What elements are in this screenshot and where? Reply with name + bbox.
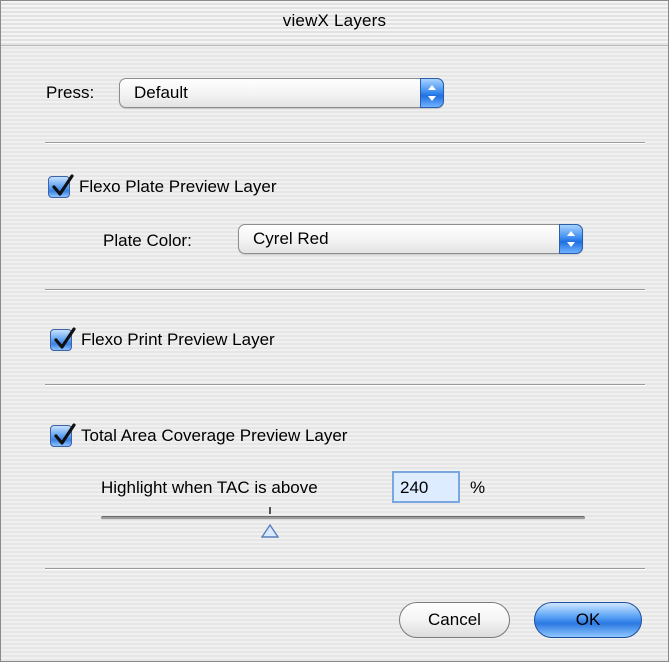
- divider: [45, 568, 645, 570]
- tac-highlight-label: Highlight when TAC is above: [101, 478, 318, 497]
- press-popup-value: Default: [134, 83, 188, 102]
- checkmark-icon: [54, 327, 76, 349]
- window-title: viewX Layers: [282, 11, 387, 30]
- flexo-plate-label[interactable]: Flexo Plate Preview Layer: [79, 177, 276, 197]
- press-label: Press:: [46, 83, 95, 102]
- plate-color-label: Plate Color:: [103, 231, 192, 250]
- popup-arrows-icon: [559, 224, 583, 254]
- divider: [45, 289, 645, 291]
- flexo-print-checkbox[interactable]: [50, 327, 76, 351]
- divider: [45, 384, 645, 386]
- plate-color-popup[interactable]: Cyrel Red: [238, 224, 583, 254]
- viewx-layers-dialog: viewX Layers Press: Default Flexo Plate …: [0, 0, 669, 662]
- popup-arrows-icon: [420, 78, 444, 108]
- tac-unit-label: %: [470, 478, 486, 497]
- plate-color-popup-value: Cyrel Red: [253, 229, 329, 248]
- tac-label[interactable]: Total Area Coverage Preview Layer: [81, 426, 347, 446]
- flexo-print-label[interactable]: Flexo Print Preview Layer: [81, 330, 275, 350]
- tac-slider-track[interactable]: [101, 516, 585, 520]
- title-bar[interactable]: viewX Layers: [1, 1, 668, 46]
- divider: [45, 142, 645, 144]
- checkmark-icon: [54, 423, 76, 445]
- slider-tick: [269, 507, 271, 514]
- cancel-button[interactable]: Cancel: [399, 602, 510, 638]
- ok-button[interactable]: OK: [534, 602, 642, 638]
- press-popup[interactable]: Default: [119, 78, 444, 108]
- flexo-plate-checkbox[interactable]: [48, 174, 74, 198]
- tac-checkbox[interactable]: [50, 423, 76, 447]
- tac-threshold-input[interactable]: [392, 471, 460, 503]
- checkmark-icon: [52, 174, 74, 196]
- slider-thumb-icon[interactable]: [261, 524, 279, 538]
